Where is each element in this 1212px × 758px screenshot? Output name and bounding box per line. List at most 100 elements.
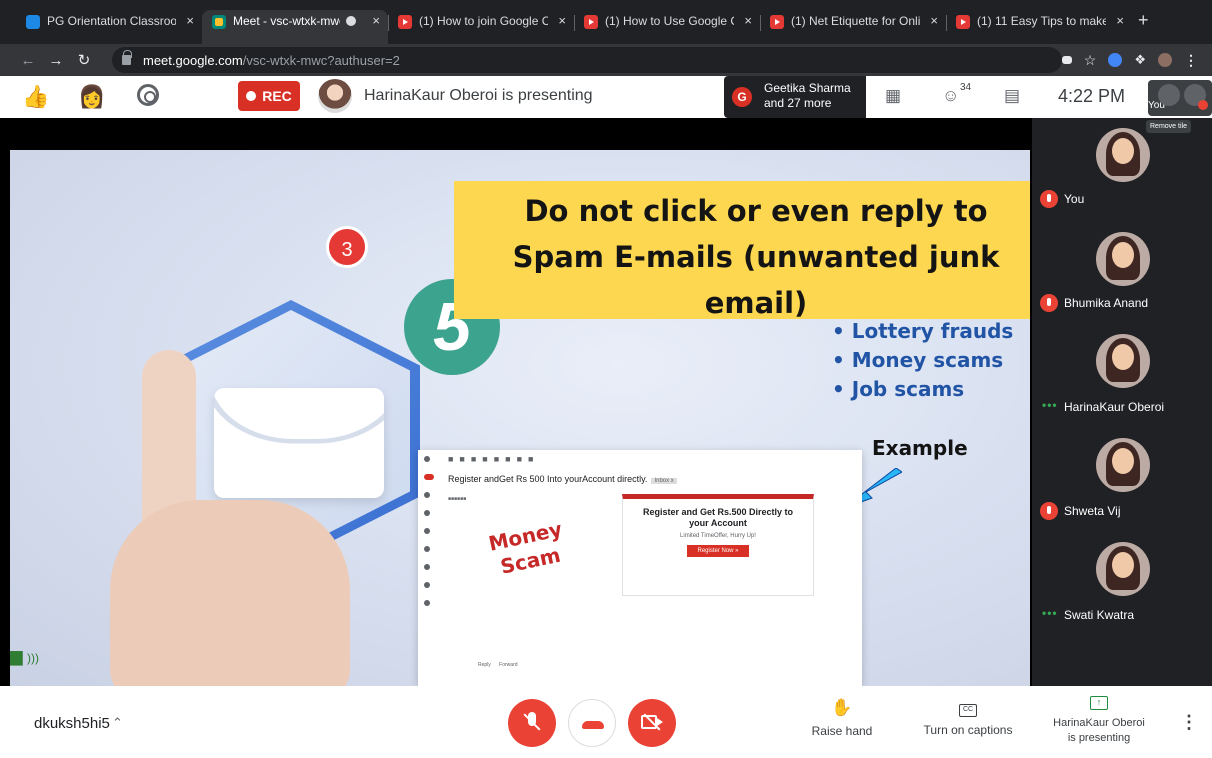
sound-wave-logo: █▌))) [10, 651, 39, 665]
puzzle-extensions-icon[interactable]: ❖ [1134, 52, 1146, 68]
lock-icon [122, 50, 132, 65]
tab-close-icon[interactable]: × [558, 13, 566, 28]
back-arrow-icon[interactable]: ← [14, 52, 42, 69]
browser-tab-classroom[interactable]: PG Orientation Classroom - × [16, 10, 202, 44]
money-scam-label: Money Scam [474, 514, 582, 584]
example-email-screenshot: ■■■■■■■■ Register andGet Rs 500 Into you… [418, 450, 862, 686]
profile-avatar[interactable] [1158, 53, 1172, 67]
joiner-text: Geetika Sharma and 27 more [764, 81, 851, 111]
email-actions: Reply Forward [478, 662, 517, 668]
list-item: Job scams [832, 375, 1013, 404]
address-bar-row: ← → ↻ meet.google.com /vsc-wtxk-mwc?auth… [0, 44, 1212, 76]
present-screen-icon: ↑ [1090, 696, 1108, 710]
youtube-icon [398, 15, 412, 29]
email-toolbar: ■■■■■■■■ [448, 454, 540, 464]
participant-name: Swati Kwatra [1064, 608, 1135, 622]
participant-tile-bhumika[interactable]: Bhumika Anand [1032, 222, 1212, 326]
reply-label: Reply [478, 662, 491, 668]
chevron-up-icon[interactable]: ⌃ [112, 715, 123, 731]
youtube-icon [584, 15, 598, 29]
tab-close-icon[interactable]: × [930, 13, 938, 28]
browser-menu-icon[interactable]: ⋮ [1184, 52, 1198, 69]
hand-icon: ✋ [831, 698, 853, 717]
captions-button[interactable]: CC Turn on captions [916, 700, 1020, 738]
settings-gear-icon[interactable] [137, 84, 159, 106]
presenting-status: HarinaKaur Oberoi is presenting [364, 87, 593, 104]
avatar [1096, 128, 1150, 182]
hang-up-icon [582, 721, 604, 729]
extensions-area: ☆ ❖ ⋮ [1061, 52, 1212, 69]
tab-title: Meet - vsc-wtxk-mwc [233, 14, 340, 28]
camera-indicator-icon[interactable] [1061, 56, 1072, 64]
forward-arrow-icon[interactable]: → [42, 52, 70, 69]
slide-headline: Do not click or even reply to Spam E-mai… [486, 188, 1026, 326]
rec-label: REC [262, 88, 292, 104]
speaking-indicator-icon: ••• [1042, 606, 1058, 620]
speaking-indicator-icon: ••• [1042, 398, 1058, 412]
meet-top-bar: 👍 👩 REC HarinaKaur Oberoi is presenting … [0, 76, 1212, 118]
tab-close-icon[interactable]: × [744, 13, 752, 28]
participant-tile-swati[interactable]: ••• Swati Kwatra [1032, 534, 1212, 638]
leave-call-button[interactable] [568, 699, 616, 747]
new-tab-button[interactable]: + [1132, 10, 1149, 44]
raise-hand-button[interactable]: ✋ Raise hand [806, 698, 878, 739]
avatar [1096, 542, 1150, 596]
screen: PG Orientation Classroom - × Meet - vsc-… [0, 0, 1212, 758]
notification-badge: 3 [326, 226, 368, 268]
meet-bottom-bar: dkuksh5hi5 ⌃ ✋ Raise hand CC Turn on cap… [0, 686, 1212, 758]
classroom-icon [26, 15, 40, 29]
presenting-button[interactable]: ↑ HarinaKaur Oberoi is presenting [1040, 696, 1158, 746]
clock: 4:22 PM [1058, 86, 1126, 106]
participant-tile-you[interactable]: You [1032, 118, 1212, 222]
browser-tab-youtube-2[interactable]: (1) How to Use Google Clas × [574, 10, 760, 44]
browser-tab-youtube-1[interactable]: (1) How to join Google Class × [388, 10, 574, 44]
thumbs-up-icon[interactable]: 👍 [22, 84, 49, 110]
hand-palm-image [110, 500, 350, 686]
avatar [1096, 232, 1150, 286]
ad-register-button: Register Now » [687, 545, 749, 557]
forward-label: Forward [499, 662, 518, 668]
tab-title: (1) 11 Easy Tips to make you [977, 14, 1106, 28]
url-input[interactable]: meet.google.com /vsc-wtxk-mwc?authuser=2 [112, 47, 1062, 73]
meeting-code[interactable]: dkuksh5hi5 [34, 715, 110, 732]
tab-close-icon[interactable]: × [1116, 13, 1124, 28]
emoji-avatar-icon[interactable]: 👩 [78, 84, 105, 110]
mic-off-icon [1198, 100, 1208, 110]
headline-line: Do not click or even reply to [524, 194, 988, 228]
browser-tab-youtube-4[interactable]: (1) 11 Easy Tips to make you × [946, 10, 1132, 44]
ad-subtitle: Limited TimeOffer, Hurry Up! [680, 533, 756, 539]
self-view-tile[interactable]: You [1148, 80, 1212, 116]
more-options-icon[interactable]: ⋮ [1180, 712, 1198, 733]
participant-tile-harinakaur[interactable]: ••• HarinaKaur Oberoi [1032, 326, 1212, 430]
shared-slide: 3 5 Do not click or even reply to Spam E… [10, 150, 1030, 686]
tab-close-icon[interactable]: × [372, 13, 380, 28]
pin-icon[interactable] [1158, 84, 1180, 106]
record-dot-icon [246, 91, 257, 101]
camera-toggle-button[interactable] [628, 699, 676, 747]
microphone-toggle-button[interactable] [508, 699, 556, 747]
recording-indicator-icon [346, 16, 356, 26]
captions-label: Turn on captions [923, 723, 1013, 737]
bookmark-star-icon[interactable]: ☆ [1084, 52, 1097, 69]
chat-icon[interactable]: ▤ [1004, 86, 1020, 106]
url-path: /vsc-wtxk-mwc?authuser=2 [242, 52, 400, 68]
email-subject: Register andGet Rs 500 Into yourAccount … [448, 474, 677, 484]
youtube-icon [770, 15, 784, 29]
layout-grid-icon[interactable]: ▦ [885, 86, 901, 106]
participant-count: 34 [960, 82, 972, 93]
joiner-others: and 27 more [764, 96, 832, 110]
tab-title: PG Orientation Classroom - [47, 14, 176, 28]
participant-tile-shweta[interactable]: Shweta Vij [1032, 430, 1212, 534]
list-item: Money scams [832, 346, 1013, 375]
tab-close-icon[interactable]: × [186, 13, 194, 28]
browser-tab-youtube-3[interactable]: (1) Net Etiquette for Online × [760, 10, 946, 44]
email-sidebar [424, 456, 434, 676]
recording-badge[interactable]: REC [238, 81, 300, 111]
extension-icon[interactable] [1108, 53, 1123, 67]
join-notification[interactable]: G Geetika Sharma and 27 more [724, 76, 866, 118]
browser-tab-meet[interactable]: Meet - vsc-wtxk-mwc × [202, 10, 388, 44]
people-icon[interactable]: ☺ [942, 86, 959, 106]
scam-list: Lottery frauds Money scams Job scams [832, 317, 1014, 404]
participant-name: HarinaKaur Oberoi [1064, 400, 1165, 414]
reload-icon[interactable]: ↻ [70, 51, 98, 69]
